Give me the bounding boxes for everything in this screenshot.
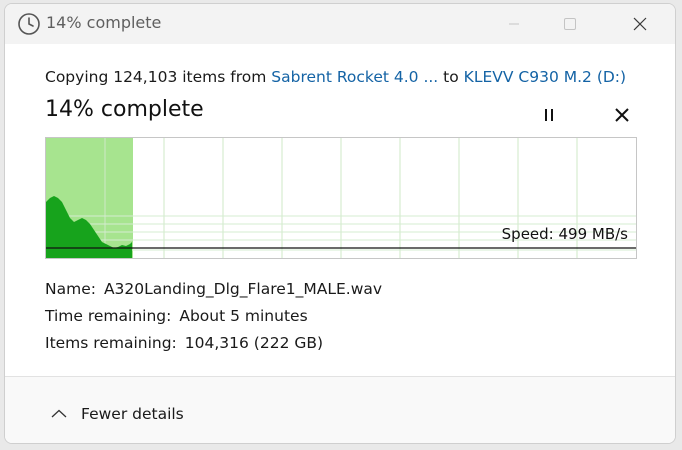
maximize-button[interactable] [547,4,593,44]
chevron-up-icon [51,409,67,418]
copy-prefix: Copying 124,103 items from [45,68,272,86]
items-remaining-label: Items remaining: [45,334,177,352]
destination-link[interactable]: KLEVV C930 M.2 (D:) [464,68,626,86]
cancel-button[interactable] [610,103,634,127]
transfer-speed-graph: Speed: 499 MB/s [45,137,637,259]
source-link[interactable]: Sabrent Rocket 4.0 ... [271,68,438,86]
copy-progress-dialog: 14% complete Copying 124,103 items from … [4,3,676,444]
speed-label: Speed: 499 MB/s [501,225,628,243]
pause-icon [545,109,553,121]
fewer-details-button[interactable]: Fewer details [51,403,184,425]
close-icon [633,17,647,31]
window-title: 14% complete [46,13,162,32]
close-icon [615,108,629,122]
current-file-row: Name: A320Landing_Dlg_Flare1_MALE.wav [45,280,382,298]
maximize-icon [564,18,576,30]
minimize-icon [509,23,519,25]
name-label: Name: [45,280,96,298]
pause-button[interactable] [537,104,561,126]
items-remaining-row: Items remaining: 104,316 (222 GB) [45,334,323,352]
time-remaining-label: Time remaining: [45,307,172,325]
copy-summary: Copying 124,103 items from Sabrent Rocke… [45,68,626,86]
items-remaining-value: 104,316 (222 GB) [184,334,324,352]
minimize-button[interactable] [491,4,537,44]
fewer-details-label: Fewer details [81,405,184,423]
progress-clock-icon [18,13,40,35]
file-name-value: A320Landing_Dlg_Flare1_MALE.wav [103,280,383,298]
dialog-footer: Fewer details [5,376,675,443]
progress-title: 14% complete [45,97,204,122]
time-remaining-row: Time remaining: About 5 minutes [45,307,308,325]
copy-middle: to [438,68,464,86]
close-window-button[interactable] [617,4,663,44]
title-bar[interactable]: 14% complete [5,4,675,44]
time-remaining-value: About 5 minutes [179,307,308,325]
